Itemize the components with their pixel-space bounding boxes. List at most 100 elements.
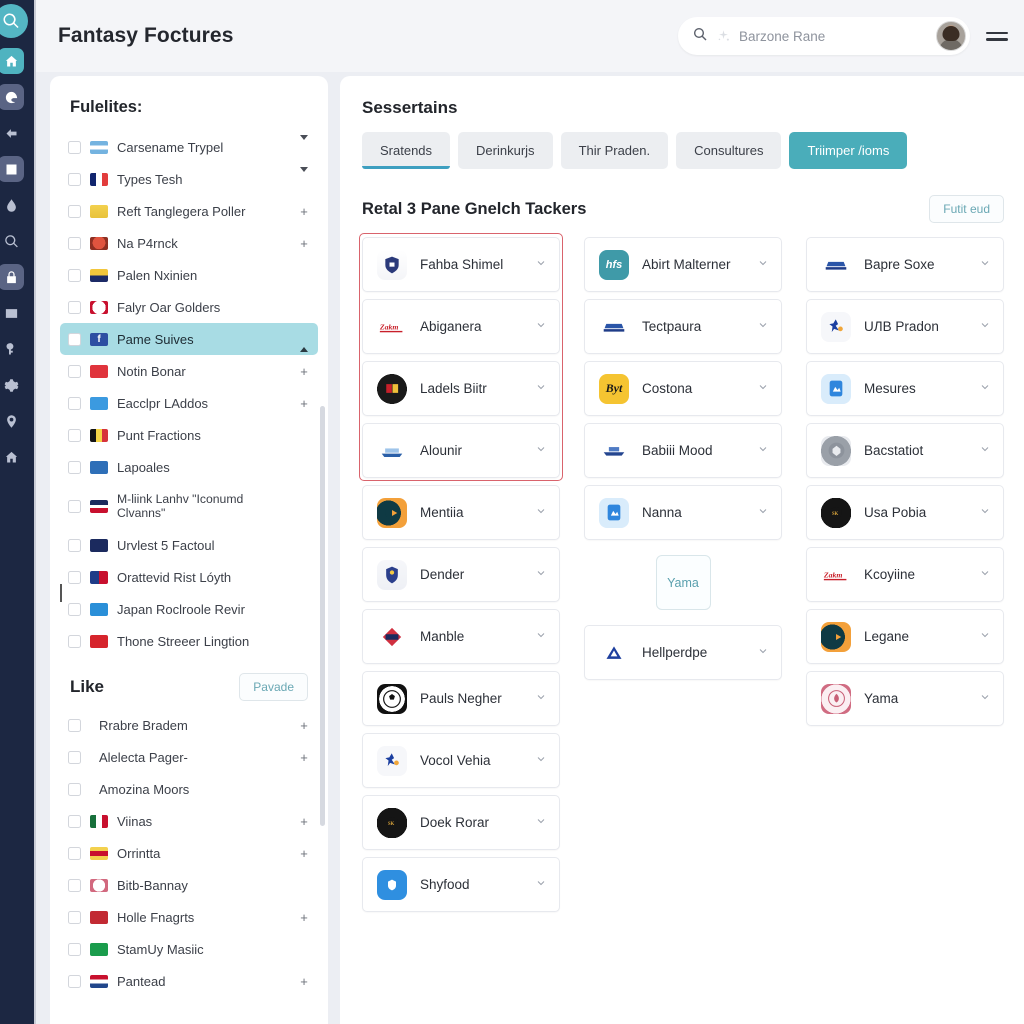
plus-icon[interactable]: + [298,814,310,829]
team-card[interactable]: SK Usa Pobia [806,485,1004,540]
chevron-down-icon[interactable] [535,628,547,646]
ghost-card-yama[interactable]: Yama [655,555,711,610]
favorite-item-row[interactable]: Notin Bonar + [60,355,318,387]
card-icon[interactable] [0,300,24,326]
chevron-down-icon[interactable] [757,644,769,662]
favorite-item-row[interactable]: Carsename Trypel [60,131,318,163]
pavade-button[interactable]: Pavade [239,673,308,701]
chevron-down-icon[interactable] [535,504,547,522]
chevron-down-icon[interactable] [535,814,547,832]
team-card[interactable]: Bapre Soxe [806,237,1004,292]
favorite-item-checkbox[interactable] [68,204,81,218]
back-arrow-icon[interactable] [0,120,24,146]
favorite-item-checkbox[interactable] [68,460,81,474]
team-card[interactable]: Yama [806,671,1004,726]
favorite-item-row[interactable]: Palen Nxinien [60,259,318,291]
droplet-icon[interactable] [0,192,24,218]
team-card[interactable]: Dender [362,547,560,602]
app-window-icon[interactable] [0,156,24,182]
plus-icon[interactable]: + [298,204,310,219]
search-circle-icon[interactable] [0,4,28,38]
tab-derinkurjs[interactable]: Derinkurjs [458,132,553,169]
like-item-checkbox[interactable] [68,846,81,860]
team-card[interactable]: Vocol Vehia [362,733,560,788]
team-card[interactable]: Alounir [362,423,560,478]
like-item-row[interactable]: Alelecta Pager- + [60,741,318,773]
tab-thir-praden[interactable]: Thir Praden. [560,132,669,169]
like-item-checkbox[interactable] [68,910,81,924]
like-item-checkbox[interactable] [68,718,81,732]
favorite-item-row[interactable]: Falyr Oar Golders [60,291,318,323]
plus-icon[interactable]: + [298,974,310,989]
favorite-item-row[interactable]: Lapoales [60,451,318,483]
favorite-item-checkbox[interactable] [68,634,81,648]
plus-icon[interactable]: + [298,910,310,925]
team-card[interactable]: Mentiia [362,485,560,540]
favorite-item-row[interactable]: Reft Tanglegera Poller + [60,195,318,227]
chevron-down-icon[interactable] [757,442,769,460]
team-card[interactable]: Pauls Negher [362,671,560,726]
like-item-row[interactable]: StamUy Masiic [60,933,318,965]
team-card[interactable]: SK Doek Rorar [362,795,560,850]
home-chip-icon[interactable] [0,48,24,74]
like-item-row[interactable]: Holle Fnagrts + [60,901,318,933]
chevron-down-icon[interactable] [535,566,547,584]
lock-chip-icon[interactable] [0,264,24,290]
team-card[interactable]: UЛB Pradon [806,299,1004,354]
team-card[interactable]: hfs Abirt Malterner [584,237,782,292]
plus-icon[interactable]: + [298,750,310,765]
team-card[interactable]: Manble [362,609,560,664]
plus-icon[interactable]: + [298,364,310,379]
favorites-scrollbar[interactable] [320,406,325,826]
chevron-down-icon[interactable] [979,566,991,584]
team-card[interactable]: Zakm Abiganera [362,299,560,354]
chevron-down-icon[interactable] [757,504,769,522]
chevron-down-icon[interactable] [535,752,547,770]
plus-icon[interactable]: + [298,236,310,251]
tab-consultures[interactable]: Consultures [676,132,782,169]
team-card[interactable]: Fahba Shimel [362,237,560,292]
favorite-item-checkbox[interactable] [68,428,81,442]
favorite-item-checkbox[interactable] [68,268,81,282]
favorite-item-row[interactable]: Urvlest 5 Factoul [60,529,318,561]
favorite-item-checkbox[interactable] [68,236,81,250]
favorite-item-row[interactable]: f Pame Suives [60,323,318,355]
tab-triimper-ioms[interactable]: Triimper /ioms [789,132,908,169]
favorite-item-row[interactable]: Thone Streeer Lingtion [60,625,318,657]
chevron-down-icon[interactable] [535,690,547,708]
chevron-down-icon[interactable] [535,380,547,398]
plus-icon[interactable]: + [298,396,310,411]
chevron-down-icon[interactable] [535,318,547,336]
favorite-item-checkbox[interactable] [68,300,81,314]
pin-icon[interactable] [0,408,24,434]
search-input[interactable]: Barzone Rane [739,29,928,44]
favorite-item-checkbox[interactable] [68,396,81,410]
like-item-checkbox[interactable] [68,814,81,828]
chevron-down-icon[interactable] [979,504,991,522]
favorite-item-checkbox[interactable] [68,140,81,154]
favorite-item-checkbox[interactable] [68,570,81,584]
key-icon[interactable] [0,336,24,362]
search-bar[interactable]: Barzone Rane [678,17,970,55]
favorite-item-checkbox[interactable] [68,602,81,616]
favorite-item-row[interactable]: Japan Roclroole Revir [60,593,318,625]
favorite-item-checkbox[interactable] [68,499,81,513]
magnifier-icon[interactable] [0,228,24,254]
team-card[interactable]: Legane [806,609,1004,664]
favorite-item-checkbox[interactable] [68,538,81,552]
chevron-down-icon[interactable] [757,256,769,274]
team-card[interactable]: Nanna [584,485,782,540]
chevron-down-icon[interactable] [535,256,547,274]
chevron-down-icon[interactable] [298,166,310,187]
chevron-down-icon[interactable] [535,876,547,894]
like-item-row[interactable]: Viinas + [60,805,318,837]
plus-icon[interactable]: + [298,846,310,861]
like-item-checkbox[interactable] [68,878,81,892]
team-card[interactable]: Hellperdpe [584,625,782,680]
edge-icon[interactable] [0,84,24,110]
chevron-down-icon[interactable] [535,442,547,460]
menu-icon[interactable] [986,31,1008,41]
tab-sratends[interactable]: Sratends [362,132,451,169]
like-item-row[interactable]: Amozina Moors [60,773,318,805]
plus-icon[interactable]: + [298,718,310,733]
